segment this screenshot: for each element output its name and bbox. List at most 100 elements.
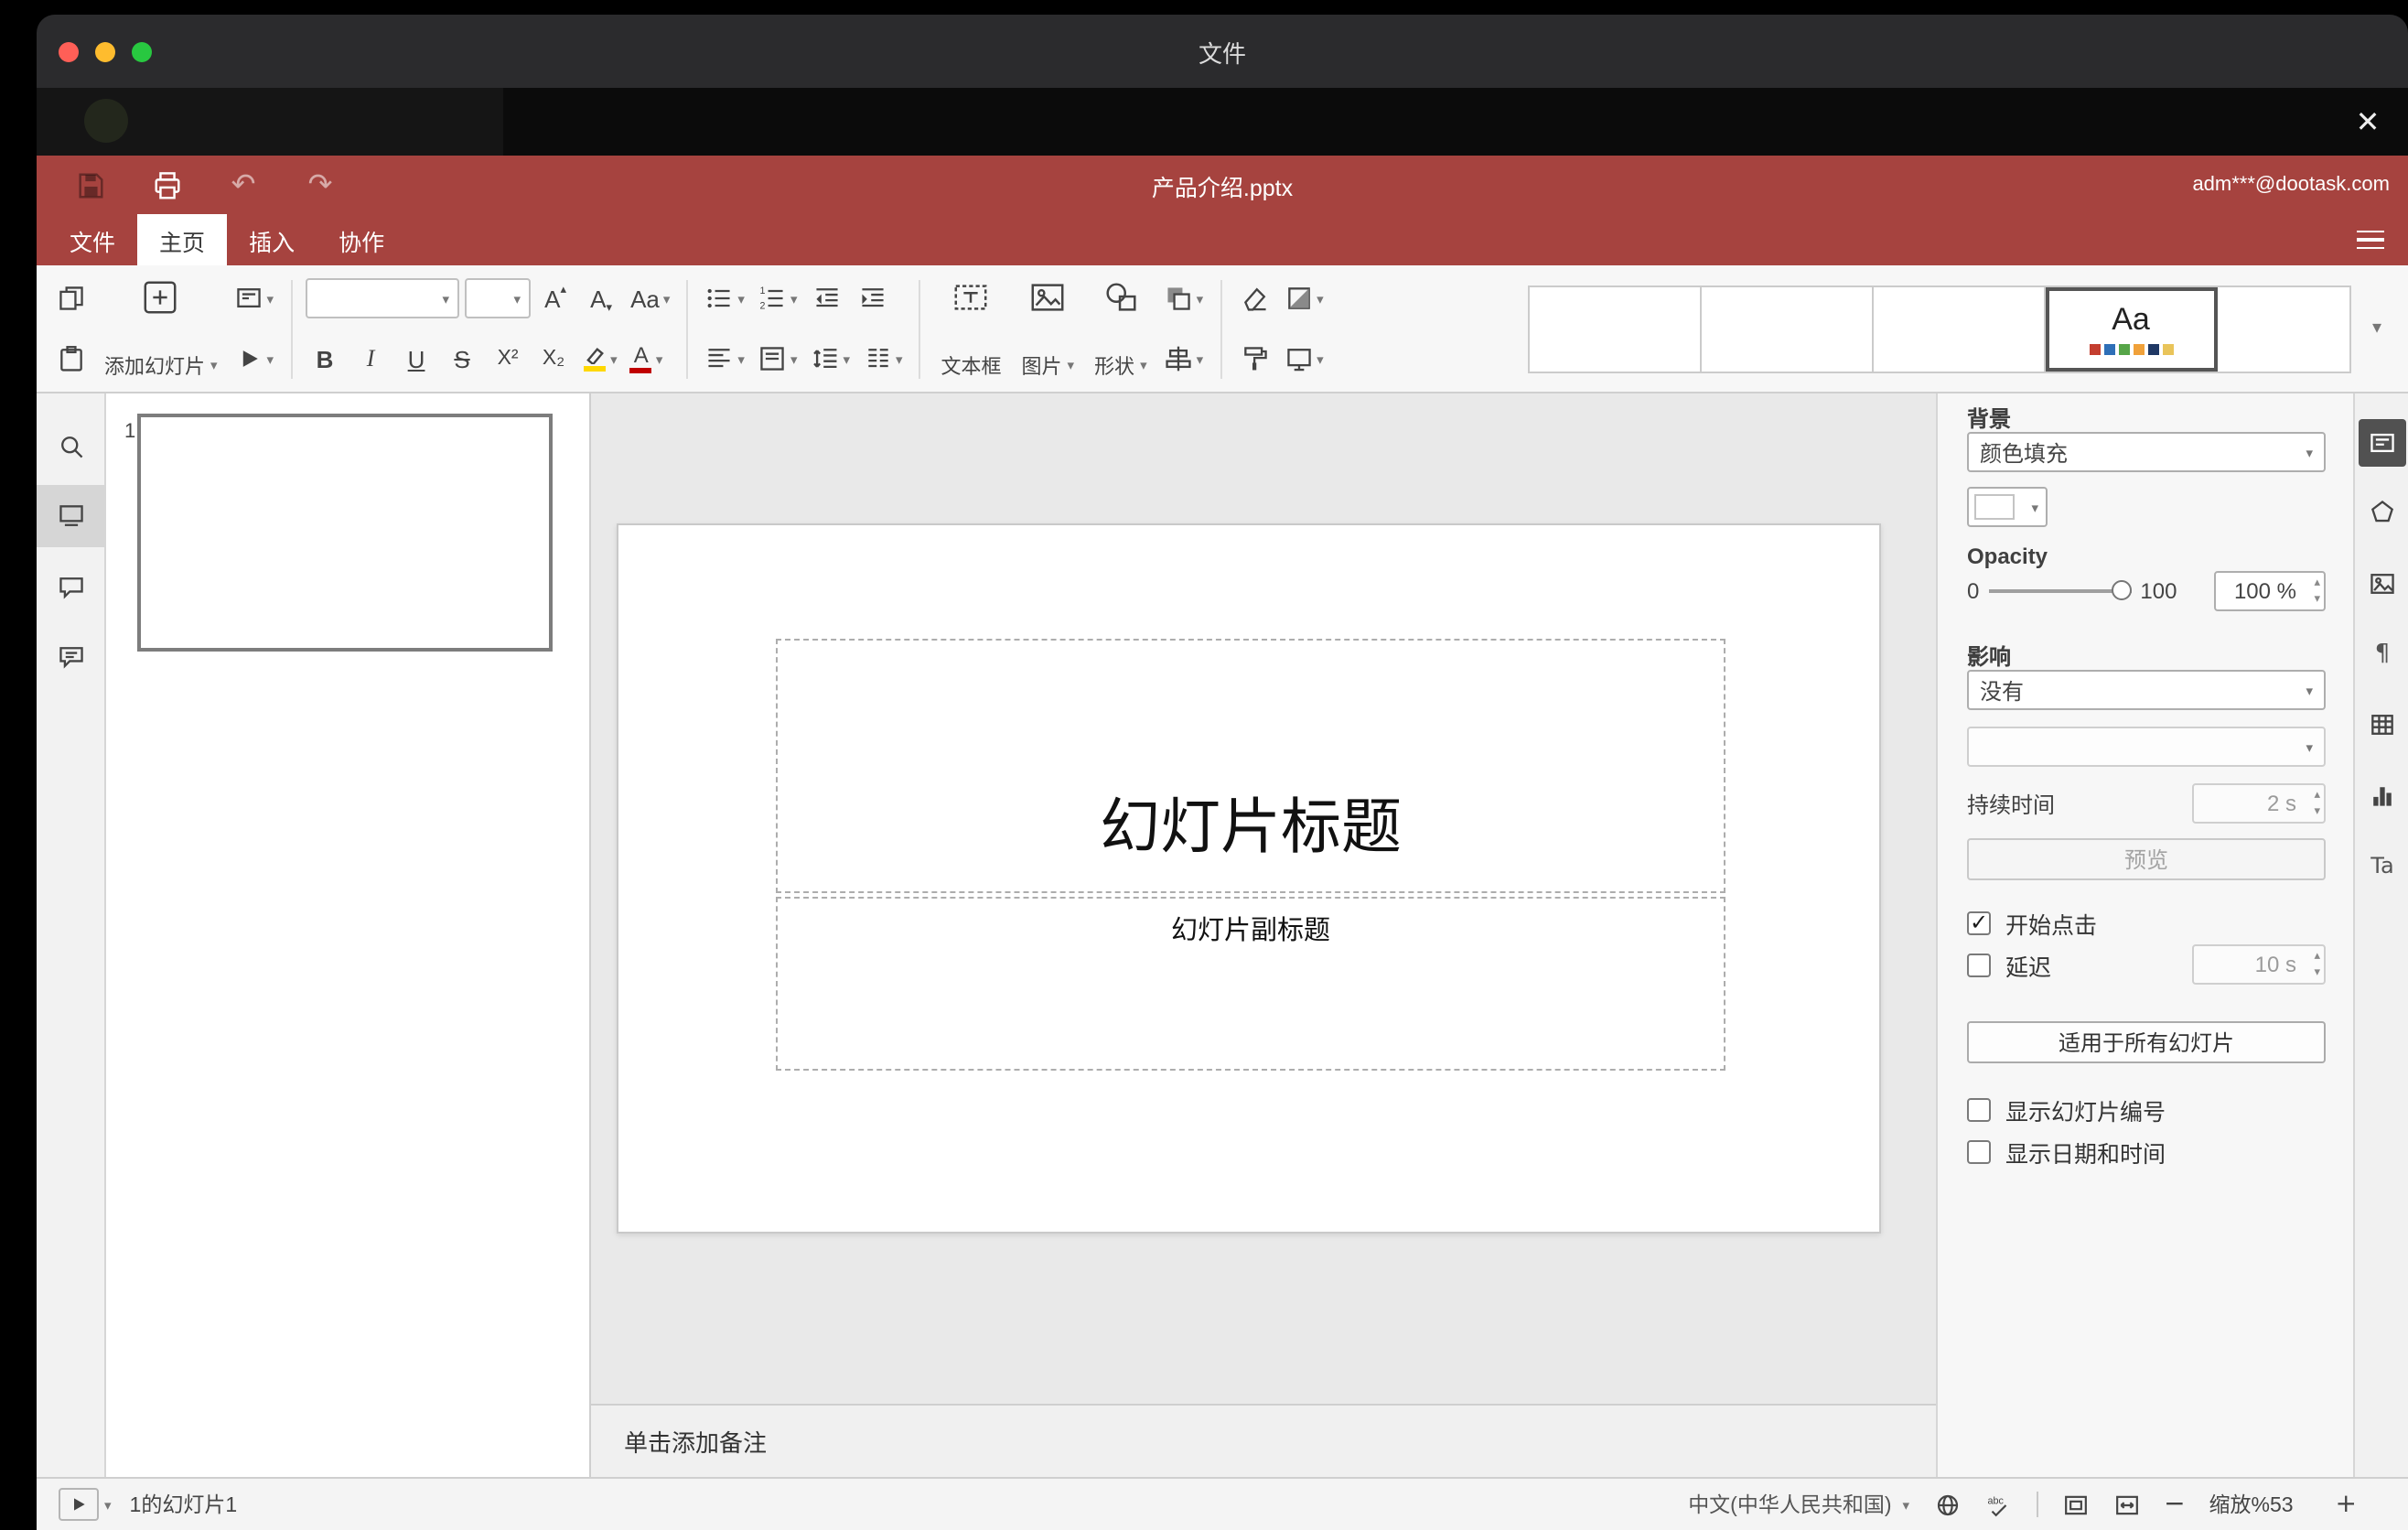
add-slide-icon <box>145 280 177 313</box>
show-date-time-row[interactable]: 显示日期和时间 <box>1967 1137 2166 1167</box>
language-selector[interactable]: 中文(中华人民共和国) <box>1688 1490 1891 1519</box>
clear-style-button[interactable] <box>1234 275 1274 322</box>
globe-icon[interactable] <box>1933 1491 1961 1518</box>
slide-title-placeholder[interactable]: 幻灯片标题 <box>776 639 1725 893</box>
transition-type-select[interactable] <box>1967 727 2326 767</box>
vertical-align-button[interactable] <box>754 335 801 382</box>
line-spacing-button[interactable] <box>806 335 854 382</box>
opacity-value-input[interactable]: 100 % <box>2214 571 2326 611</box>
paragraph-settings-icon[interactable]: ¶ <box>2359 630 2406 677</box>
theme-option-selected[interactable]: Aa <box>2046 286 2218 371</box>
slide-settings-icon[interactable] <box>2359 419 2406 467</box>
tab-file[interactable]: 文件 <box>48 214 137 265</box>
change-case-button[interactable]: Aa <box>627 275 673 322</box>
slides-panel-icon[interactable] <box>37 485 104 547</box>
fill-color-button[interactable] <box>1280 275 1328 322</box>
bold-button[interactable]: B <box>305 335 345 382</box>
decrease-font-size-button[interactable]: A <box>581 275 621 322</box>
slide-subtitle-placeholder[interactable]: 幻灯片副标题 <box>776 897 1725 1071</box>
strikethrough-button[interactable]: S <box>442 335 482 382</box>
italic-button[interactable]: I <box>350 335 391 382</box>
underline-button[interactable]: U <box>396 335 436 382</box>
start-on-click-row[interactable]: 开始点击 <box>1967 908 2097 938</box>
checkbox-checked-icon[interactable] <box>1967 909 1991 934</box>
start-slideshow-status-button[interactable] <box>59 1488 99 1521</box>
add-slide-button[interactable]: 添加幻灯片 <box>97 272 225 385</box>
spellcheck-icon[interactable]: abc <box>1984 1491 2012 1518</box>
font-color-button[interactable]: A <box>627 335 667 382</box>
tab-insert[interactable]: 插入 <box>227 214 317 265</box>
checkbox-icon[interactable] <box>1967 1139 1991 1163</box>
theme-option[interactable] <box>1702 286 1874 371</box>
start-slideshow-button[interactable] <box>231 335 278 382</box>
paste-button[interactable] <box>51 335 91 382</box>
chevron-down-icon[interactable] <box>1903 1496 1910 1513</box>
font-name-select[interactable] <box>305 278 459 318</box>
decrease-indent-button[interactable] <box>806 275 846 322</box>
slide-size-button[interactable] <box>1280 335 1328 382</box>
spinner-icons[interactable] <box>2314 787 2320 820</box>
duration-input[interactable]: 2 s <box>2192 783 2326 824</box>
subscript-button[interactable]: X₂ <box>533 335 574 382</box>
slide-thumbnail[interactable] <box>137 414 553 652</box>
fit-slide-icon[interactable] <box>2061 1491 2089 1518</box>
spinner-icons[interactable] <box>2314 948 2320 981</box>
delay-input[interactable]: 10 s <box>2192 944 2326 985</box>
show-slide-number-row[interactable]: 显示幻灯片编号 <box>1967 1094 2166 1125</box>
spinner-icons[interactable] <box>2314 575 2320 608</box>
theme-option[interactable] <box>2218 286 2349 371</box>
comments-icon[interactable] <box>40 560 101 615</box>
superscript-button[interactable]: X² <box>488 335 528 382</box>
theme-option[interactable] <box>1530 286 1702 371</box>
insert-shape-button[interactable]: 形状 <box>1087 272 1155 385</box>
font-size-select[interactable] <box>464 278 531 318</box>
theme-gallery-expand-icon[interactable] <box>2357 285 2393 372</box>
delay-row[interactable]: 延迟 <box>1967 950 2051 980</box>
background-fill-select[interactable]: 颜色填充 <box>1967 432 2326 472</box>
increase-indent-button[interactable] <box>852 275 892 322</box>
copy-style-button[interactable] <box>1234 335 1274 382</box>
apply-to-all-slides-button[interactable]: 适用于所有幻灯片 <box>1967 1021 2326 1063</box>
image-settings-icon[interactable] <box>2359 560 2406 608</box>
tab-home[interactable]: 主页 <box>137 214 228 265</box>
slider-knob[interactable] <box>2111 580 2132 600</box>
columns-button[interactable] <box>859 335 907 382</box>
arrange-shape-button[interactable] <box>1160 275 1208 322</box>
tab-collaboration[interactable]: 协作 <box>317 214 406 265</box>
close-icon[interactable] <box>2344 97 2392 145</box>
notes-area[interactable]: 单击添加备注 <box>591 1404 1936 1477</box>
increase-font-size-button[interactable]: A <box>535 275 575 322</box>
highlight-color-button[interactable] <box>579 335 621 382</box>
align-shape-button[interactable] <box>1160 335 1208 382</box>
insert-image-button[interactable]: 图片 <box>1015 272 1082 385</box>
numbered-list-button[interactable]: 12 <box>754 275 801 322</box>
horizontal-align-button[interactable] <box>701 335 748 382</box>
change-layout-button[interactable] <box>231 275 278 322</box>
table-settings-icon[interactable] <box>2359 701 2406 749</box>
opacity-slider[interactable] <box>1988 580 2132 600</box>
show-slide-number-label: 显示幻灯片编号 <box>2005 1099 2166 1125</box>
zoom-window-button[interactable] <box>132 41 152 61</box>
chart-settings-icon[interactable] <box>2359 772 2406 820</box>
fill-color-swatch[interactable] <box>1967 487 2048 527</box>
shape-settings-icon[interactable] <box>2359 489 2406 536</box>
zoom-out-button[interactable]: − <box>2164 1490 2185 1519</box>
search-icon[interactable] <box>40 419 101 474</box>
preview-button[interactable]: 预览 <box>1967 838 2326 880</box>
chat-icon[interactable] <box>40 630 101 684</box>
theme-option[interactable] <box>1874 286 2046 371</box>
bullet-list-button[interactable] <box>701 275 748 322</box>
chevron-down-icon[interactable] <box>104 1496 112 1513</box>
close-window-button[interactable] <box>59 41 79 61</box>
minimize-window-button[interactable] <box>95 41 115 61</box>
checkbox-icon[interactable] <box>1967 953 1991 976</box>
checkbox-icon[interactable] <box>1967 1097 1991 1121</box>
insert-textbox-button[interactable]: 文本框 <box>934 272 1009 385</box>
zoom-in-button[interactable]: + <box>2336 1490 2357 1519</box>
text-art-settings-icon[interactable]: Ta <box>2359 842 2406 889</box>
copy-button[interactable] <box>51 275 91 322</box>
fit-width-icon[interactable] <box>2112 1491 2140 1518</box>
menu-icon[interactable] <box>2349 223 2390 256</box>
transition-effect-select[interactable]: 没有 <box>1967 670 2326 710</box>
slide-editing-area[interactable]: 幻灯片标题 幻灯片副标题 <box>617 523 1881 1234</box>
